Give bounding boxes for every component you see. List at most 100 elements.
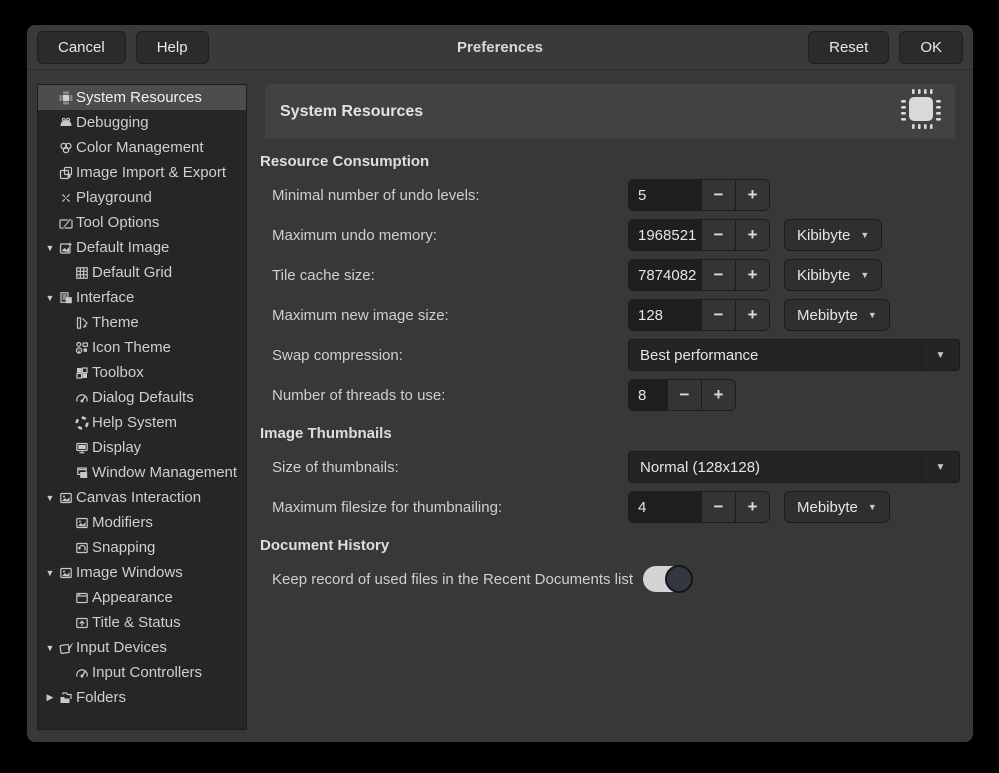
sidebar-item-folders[interactable]: ▶ Folders — [38, 685, 246, 710]
input-devices-icon — [58, 640, 74, 656]
form-row: Maximum undo memory:1968521−+Kibibyte▼ — [272, 219, 960, 251]
sidebar-item-input-controllers[interactable]: Input Controllers — [38, 660, 246, 685]
page-body: Resource ConsumptionMinimal number of un… — [260, 139, 960, 603]
sidebar-item-label: Input Devices — [76, 639, 167, 656]
preferences-page: System Resources Resource ConsumptionMin… — [247, 84, 960, 730]
plus-icon[interactable]: + — [735, 220, 769, 250]
form-row: Maximum new image size:128−+Mebibyte▼ — [272, 299, 960, 331]
sidebar-item-appearance[interactable]: Appearance — [38, 585, 246, 610]
spin-value-input[interactable]: 5 — [629, 180, 701, 210]
sidebar-item-window-management[interactable]: Window Management — [38, 460, 246, 485]
spin-value-input[interactable]: 7874082 — [629, 260, 701, 290]
sidebar-item-system-resources[interactable]: System Resources — [38, 85, 246, 110]
plus-icon[interactable]: + — [735, 260, 769, 290]
unit-dropdown[interactable]: Kibibyte▼ — [784, 219, 882, 251]
window-management-icon — [74, 465, 90, 481]
expander-closed-icon[interactable]: ▶ — [42, 692, 58, 703]
sidebar-item-label: Default Grid — [92, 264, 172, 281]
unit-dropdown[interactable]: Mebibyte▼ — [784, 491, 890, 523]
ok-button[interactable]: OK — [899, 31, 963, 64]
spin-value-input[interactable]: 4 — [629, 492, 701, 522]
field-label: Minimal number of undo levels: — [272, 187, 628, 204]
combobox[interactable]: Normal (128x128)▼ — [628, 451, 960, 483]
icon-theme-icon — [74, 340, 90, 356]
sidebar-item-label: Debugging — [76, 114, 149, 131]
sidebar-item-dialog-defaults[interactable]: Dialog Defaults — [38, 385, 246, 410]
sidebar-item-label: Toolbox — [92, 364, 144, 381]
expander-open-icon[interactable]: ▼ — [42, 493, 58, 503]
minus-icon[interactable]: − — [701, 180, 735, 210]
sidebar-item-canvas-interaction[interactable]: ▼Canvas Interaction — [38, 485, 246, 510]
sidebar-item-label: Dialog Defaults — [92, 389, 194, 406]
titlebar: Cancel Help Preferences Reset OK — [27, 25, 973, 70]
sidebar-item-playground[interactable]: Playground — [38, 185, 246, 210]
sidebar-item-snapping[interactable]: Snapping — [38, 535, 246, 560]
sidebar-item-tool-options[interactable]: Tool Options — [38, 210, 246, 235]
field-label: Swap compression: — [272, 347, 628, 364]
sidebar-item-label: Input Controllers — [92, 664, 202, 681]
combobox[interactable]: Best performance▼ — [628, 339, 960, 371]
chevron-down-icon: ▼ — [921, 340, 959, 370]
sidebar-item-help-system[interactable]: Help System — [38, 410, 246, 435]
sidebar-item-label: Modifiers — [92, 514, 153, 531]
sidebar-item-title-status[interactable]: Title & Status — [38, 610, 246, 635]
sidebar-item-label: Window Management — [92, 464, 237, 481]
sidebar-item-display[interactable]: Display — [38, 435, 246, 460]
sidebar-item-default-image[interactable]: ▼Default Image — [38, 235, 246, 260]
sidebar-item-image-windows[interactable]: ▼Image Windows — [38, 560, 246, 585]
minus-icon[interactable]: − — [667, 380, 701, 410]
page-title: System Resources — [280, 103, 423, 121]
plus-icon[interactable]: + — [735, 180, 769, 210]
sidebar-item-interface[interactable]: ▼Interface — [38, 285, 246, 310]
form-row: Size of thumbnails:Normal (128x128)▼ — [272, 451, 960, 483]
plus-icon[interactable]: + — [701, 380, 735, 410]
chevron-down-icon: ▼ — [921, 452, 959, 482]
unit-label: Kibibyte — [797, 227, 850, 244]
minus-icon[interactable]: − — [701, 492, 735, 522]
plus-icon[interactable]: + — [735, 492, 769, 522]
display-icon — [74, 440, 90, 456]
plus-icon[interactable]: + — [735, 300, 769, 330]
toggle-switch[interactable] — [643, 566, 691, 592]
spinbutton: 8−+ — [628, 379, 736, 411]
spinbutton: 7874082−+ — [628, 259, 770, 291]
unit-dropdown[interactable]: Kibibyte ▼ — [784, 259, 882, 291]
sidebar-item-default-grid[interactable]: Default Grid — [38, 260, 246, 285]
sidebar-item-modifiers[interactable]: Modifiers — [38, 510, 246, 535]
sidebar-item-debugging[interactable]: Debugging — [38, 110, 246, 135]
page-header: System Resources — [265, 84, 955, 139]
snapping-icon — [74, 540, 90, 556]
chevron-down-icon: ▼ — [860, 270, 869, 280]
cancel-button[interactable]: Cancel — [37, 31, 126, 64]
toolbox-icon — [74, 365, 90, 381]
sidebar-item-label: Folders — [76, 689, 126, 706]
spin-value-input[interactable]: 128 — [629, 300, 701, 330]
spin-value-input[interactable]: 8 — [629, 380, 667, 410]
expander-open-icon[interactable]: ▼ — [42, 243, 58, 253]
unit-label: Kibibyte — [797, 267, 850, 284]
minus-icon[interactable]: − — [701, 220, 735, 250]
form-row: Keep record of used files in the Recent … — [272, 563, 960, 595]
form-row: Tile cache size:7874082−+Kibibyte▼ — [272, 259, 960, 291]
sidebar-item-label: Theme — [92, 314, 139, 331]
sidebar-item-icon-theme[interactable]: Icon Theme — [38, 335, 246, 360]
minus-icon[interactable]: − — [701, 300, 735, 330]
title-status-icon — [74, 615, 90, 631]
spin-value-input[interactable]: 1968521 — [629, 220, 701, 250]
reset-button[interactable]: Reset — [808, 31, 889, 64]
sidebar-item-image-import-export[interactable]: Image Import & Export — [38, 160, 246, 185]
sidebar-item-theme[interactable]: Theme — [38, 310, 246, 335]
field-label: Keep record of used files in the Recent … — [272, 571, 633, 588]
expander-open-icon[interactable]: ▼ — [42, 643, 58, 653]
help-button[interactable]: Help — [136, 31, 209, 64]
sidebar-item-color-management[interactable]: Color Management — [38, 135, 246, 160]
sidebar-item-input-devices[interactable]: ▼ Input Devices — [38, 635, 246, 660]
sidebar-item-toolbox[interactable]: Toolbox — [38, 360, 246, 385]
minus-icon[interactable]: − — [701, 260, 735, 290]
expander-open-icon[interactable]: ▼ — [42, 568, 58, 578]
section-heading: Document History — [260, 537, 960, 554]
sidebar-item-label: Help System — [92, 414, 177, 431]
sidebar-item-label: Playground — [76, 189, 152, 206]
expander-open-icon[interactable]: ▼ — [42, 293, 58, 303]
unit-dropdown[interactable]: Mebibyte▼ — [784, 299, 890, 331]
